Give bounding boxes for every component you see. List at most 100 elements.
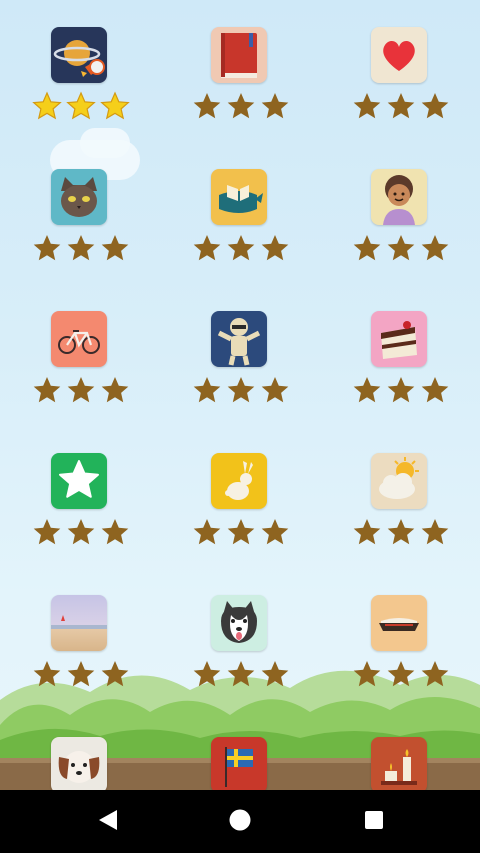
star-rating: [32, 659, 130, 691]
home-icon: [228, 808, 252, 837]
star-rating: [32, 375, 130, 407]
level-tile-4[interactable]: [20, 169, 140, 279]
swedish-flag-icon[interactable]: [211, 737, 267, 793]
star-icon: [66, 233, 96, 265]
level-tile-10[interactable]: [20, 453, 140, 563]
star-icon: [226, 659, 256, 691]
star-icon: [260, 91, 290, 123]
pie-icon[interactable]: [371, 595, 427, 651]
star-icon: [260, 517, 290, 549]
back-button[interactable]: [90, 804, 126, 840]
star-icon: [66, 91, 96, 123]
level-tile-8[interactable]: [180, 311, 300, 421]
mummy-icon[interactable]: [211, 311, 267, 367]
star-icon: [352, 517, 382, 549]
star-icon: [420, 517, 450, 549]
star-icon: [226, 375, 256, 407]
star-icon: [32, 659, 62, 691]
star-icon: [226, 517, 256, 549]
rabbit-icon[interactable]: [211, 453, 267, 509]
navigation-bar: [0, 790, 480, 853]
bicycle-icon[interactable]: [51, 311, 107, 367]
star-icon: [420, 91, 450, 123]
star-rating: [32, 91, 130, 123]
level-tile-7[interactable]: [20, 311, 140, 421]
candle-icon[interactable]: [371, 737, 427, 793]
star-icon: [32, 375, 62, 407]
star-rating: [32, 517, 130, 549]
star-rating: [192, 375, 290, 407]
star-icon: [226, 233, 256, 265]
star-icon: [100, 233, 130, 265]
star-icon: [386, 91, 416, 123]
star-icon: [66, 659, 96, 691]
star-rating: [32, 233, 130, 265]
level-tile-1[interactable]: [20, 27, 140, 137]
level-tile-14[interactable]: [180, 595, 300, 705]
star-icon: [32, 91, 62, 123]
grandmother-icon[interactable]: [371, 169, 427, 225]
star-icon: [100, 375, 130, 407]
star-icon: [192, 233, 222, 265]
star-icon: [352, 91, 382, 123]
star-icon: [386, 233, 416, 265]
level-tile-15[interactable]: [340, 595, 460, 705]
star-rating: [352, 233, 450, 265]
star-icon: [352, 233, 382, 265]
star-icon: [386, 659, 416, 691]
star-icon: [260, 233, 290, 265]
star-icon: [352, 375, 382, 407]
star-rating: [192, 517, 290, 549]
recents-icon: [363, 809, 385, 836]
saturn-rocket-icon[interactable]: [51, 27, 107, 83]
star-rating: [352, 517, 450, 549]
level-tile-11[interactable]: [180, 453, 300, 563]
star-icon: [192, 375, 222, 407]
star-rating: [192, 233, 290, 265]
star-rating: [192, 659, 290, 691]
cat-icon[interactable]: [51, 169, 107, 225]
star-icon: [32, 517, 62, 549]
star-icon: [100, 91, 130, 123]
level-tile-2[interactable]: [180, 27, 300, 137]
star-icon: [100, 517, 130, 549]
beach-icon[interactable]: [51, 595, 107, 651]
cake-icon[interactable]: [371, 311, 427, 367]
star-icon: [66, 517, 96, 549]
level-tile-13[interactable]: [20, 595, 140, 705]
star-icon: [386, 517, 416, 549]
star-icon: [260, 659, 290, 691]
star-icon: [100, 659, 130, 691]
star-icon: [420, 233, 450, 265]
star-icon: [192, 91, 222, 123]
star-rating: [352, 659, 450, 691]
level-tile-9[interactable]: [340, 311, 460, 421]
level-tile-6[interactable]: [340, 169, 460, 279]
back-icon: [97, 808, 119, 837]
book-icon[interactable]: [211, 27, 267, 83]
star-icon[interactable]: [51, 453, 107, 509]
star-icon: [352, 659, 382, 691]
star-rating: [352, 91, 450, 123]
husky-dog-icon[interactable]: [211, 595, 267, 651]
level-tile-5[interactable]: [180, 169, 300, 279]
level-tile-3[interactable]: [340, 27, 460, 137]
star-icon: [386, 375, 416, 407]
star-icon: [226, 91, 256, 123]
star-rating: [352, 375, 450, 407]
star-rating: [192, 91, 290, 123]
home-button[interactable]: [222, 804, 258, 840]
level-tile-12[interactable]: [340, 453, 460, 563]
star-icon: [260, 375, 290, 407]
heart-icon[interactable]: [371, 27, 427, 83]
star-icon: [420, 659, 450, 691]
sun-cloud-icon[interactable]: [371, 453, 427, 509]
whale-book-icon[interactable]: [211, 169, 267, 225]
star-icon: [420, 375, 450, 407]
star-icon: [32, 233, 62, 265]
star-icon: [66, 375, 96, 407]
star-icon: [192, 659, 222, 691]
puppy-icon[interactable]: [51, 737, 107, 793]
recents-button[interactable]: [356, 804, 392, 840]
star-icon: [192, 517, 222, 549]
